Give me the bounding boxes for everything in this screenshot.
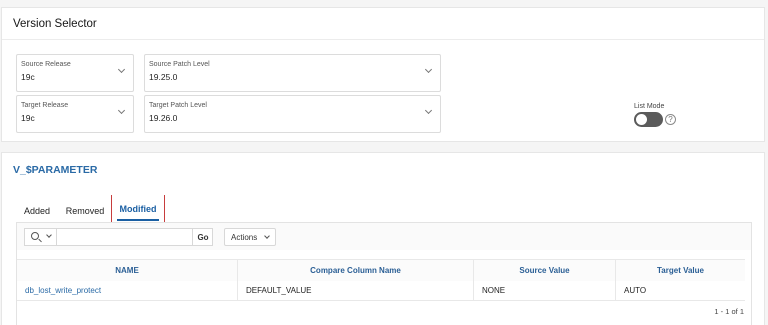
chevron-down-icon (46, 232, 52, 238)
chevron-down-icon (117, 106, 126, 115)
search-input[interactable] (58, 229, 192, 245)
target-patch-level-select[interactable]: Target Patch Level 19.26.0 (144, 95, 441, 133)
pagination-status: 1 - 1 of 1 (714, 307, 744, 316)
column-header-compare-column[interactable]: Compare Column Name (238, 260, 474, 281)
report-grid: NAME Compare Column Name Source Value Ta… (17, 259, 745, 301)
help-icon[interactable]: ? (665, 114, 676, 125)
version-selector-title: Version Selector (13, 18, 97, 30)
parameter-panel: V_$PARAMETER Added Removed Modified Go A… (1, 152, 765, 325)
compare-column-cell: DEFAULT_VALUE (238, 280, 474, 301)
search-group: Go (24, 228, 213, 246)
table-row: db_lost_write_protect DEFAULT_VALUE NONE… (17, 280, 745, 301)
tab-removed[interactable]: Removed (60, 200, 110, 222)
actions-label: Actions (231, 232, 258, 242)
chevron-down-icon (424, 106, 433, 115)
column-header-target-value[interactable]: Target Value (616, 260, 745, 281)
source-patch-level-select[interactable]: Source Patch Level 19.25.0 (144, 54, 441, 92)
target-release-label: Target Release (21, 102, 69, 109)
column-header-source-value[interactable]: Source Value (474, 260, 616, 281)
source-release-select[interactable]: Source Release 19c (16, 54, 134, 92)
target-release-select[interactable]: Target Release 19c (16, 95, 134, 133)
column-header-name[interactable]: NAME (17, 260, 238, 281)
target-release-value: 19c (21, 113, 35, 123)
tab-added[interactable]: Added (16, 200, 58, 222)
source-release-label: Source Release (21, 61, 71, 68)
header-divider (2, 39, 764, 40)
target-patch-value: 19.26.0 (149, 113, 178, 123)
target-patch-label: Target Patch Level (149, 102, 207, 109)
actions-button[interactable]: Actions (224, 228, 276, 246)
search-icon-handle (38, 238, 42, 243)
source-patch-value: 19.25.0 (149, 72, 178, 82)
source-value-cell: NONE (474, 280, 616, 301)
table-header-row: NAME Compare Column Name Source Value Ta… (17, 259, 745, 281)
interactive-report: Go Actions NAME Compare Column Name Sour… (16, 222, 752, 325)
parameter-title: V_$PARAMETER (13, 164, 98, 176)
parameter-name-link[interactable]: db_lost_write_protect (17, 280, 238, 301)
source-patch-label: Source Patch Level (149, 61, 210, 68)
tab-modified[interactable]: Modified (111, 195, 165, 222)
chevron-down-icon (424, 65, 433, 74)
version-selector-panel: Version Selector Source Release 19c Sour… (1, 7, 765, 142)
chevron-down-icon (264, 233, 270, 239)
report-toolbar: Go Actions (17, 223, 751, 250)
target-value-cell: AUTO (624, 286, 647, 295)
toggle-knob (636, 114, 647, 125)
list-mode-toggle[interactable] (634, 112, 663, 127)
go-button[interactable]: Go (192, 229, 213, 245)
source-release-value: 19c (21, 72, 35, 82)
chevron-down-icon (117, 65, 126, 74)
list-mode-label: List Mode (634, 103, 665, 110)
search-column-button[interactable] (25, 229, 57, 245)
